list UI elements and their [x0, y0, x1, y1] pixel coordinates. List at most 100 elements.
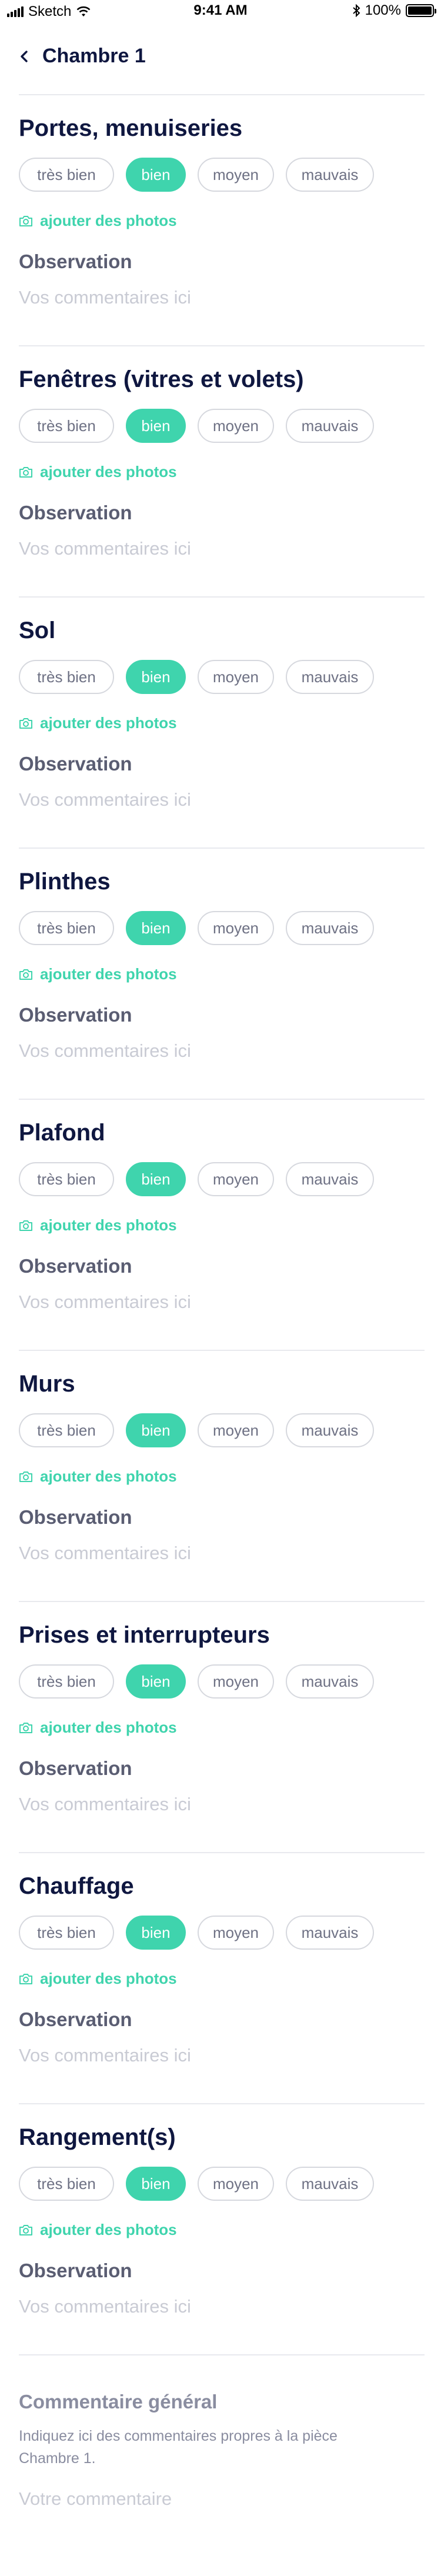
observation-input[interactable]	[19, 2294, 425, 2320]
section-plafond: Plafond très bien bien moyen mauvais ajoute…	[19, 1100, 425, 1350]
rating-chip-moyen[interactable]: moyen	[198, 409, 274, 443]
add-photos-label: ajouter des photos	[40, 463, 177, 481]
add-photos-button[interactable]: ajouter des photos	[19, 212, 177, 230]
general-comment-description: Indiquez ici des commentaires propres à …	[19, 2428, 338, 2467]
rating-chip-mauvais[interactable]: mauvais	[286, 1664, 374, 1699]
rating-chip-mauvais[interactable]: mauvais	[286, 409, 374, 443]
section-plinthes: Plinthes très bien bien moyen mauvais ajout…	[19, 849, 425, 1099]
observation-label: Observation	[19, 1757, 132, 1779]
rating-options: très bien bien moyen mauvais	[19, 1162, 374, 1196]
observation-input[interactable]	[19, 285, 425, 311]
section-title: Sol	[19, 618, 56, 643]
rating-options: très bien bien moyen mauvais	[19, 409, 374, 443]
observation-label: Observation	[19, 1506, 132, 1528]
rating-chip-moyen[interactable]: moyen	[198, 1916, 274, 1950]
camera-icon	[19, 1220, 32, 1231]
observation-input[interactable]	[19, 2043, 425, 2068]
rating-chip-tres-bien[interactable]: très bien	[19, 409, 114, 443]
rating-chip-tres-bien[interactable]: très bien	[19, 2167, 114, 2201]
rating-chip-tres-bien[interactable]: très bien	[19, 1664, 114, 1699]
add-photos-label: ajouter des photos	[40, 714, 177, 732]
add-photos-label: ajouter des photos	[40, 212, 177, 229]
rating-chip-bien[interactable]: bien	[126, 911, 186, 945]
add-photos-button[interactable]: ajouter des photos	[19, 714, 177, 732]
rating-options: très bien bien moyen mauvais	[19, 660, 374, 694]
observation-input[interactable]	[19, 536, 425, 562]
bluetooth-icon	[352, 4, 360, 17]
rating-chip-bien[interactable]: bien	[126, 660, 186, 694]
section-portes-menuiseries: Portes, menuiseries très bien bien moyen ma…	[19, 95, 425, 345]
section-chauffage: Chauffage très bien bien moyen mauvais ajou…	[19, 1853, 425, 2103]
add-photos-label: ajouter des photos	[40, 1216, 177, 1234]
section-rangement-s: Rangement(s) très bien bien moyen mauvais a…	[19, 2104, 425, 2354]
rating-chip-tres-bien[interactable]: très bien	[19, 1413, 114, 1447]
rating-chip-bien[interactable]: bien	[126, 1413, 186, 1447]
rating-chip-bien[interactable]: bien	[126, 409, 186, 443]
camera-icon	[19, 1471, 32, 1482]
battery-icon	[406, 4, 436, 17]
rating-options: très bien bien moyen mauvais	[19, 1413, 374, 1447]
observation-label: Observation	[19, 2260, 132, 2281]
rating-chip-mauvais[interactable]: mauvais	[286, 158, 374, 192]
rating-chip-mauvais[interactable]: mauvais	[286, 1916, 374, 1950]
rating-chip-bien[interactable]: bien	[126, 158, 186, 192]
rating-options: très bien bien moyen mauvais	[19, 1664, 374, 1699]
section-fenetres-vitres-et-volets: Fenêtres (vitres et volets) très bien bie…	[19, 346, 425, 596]
add-photos-label: ajouter des photos	[40, 1467, 177, 1485]
add-photos-label: ajouter des photos	[40, 965, 177, 983]
add-photos-button[interactable]: ajouter des photos	[19, 1216, 177, 1234]
chevron-left-icon[interactable]	[18, 49, 32, 64]
observation-input[interactable]	[19, 1289, 425, 1315]
rating-chip-mauvais[interactable]: mauvais	[286, 660, 374, 694]
rating-chip-moyen[interactable]: moyen	[198, 1413, 274, 1447]
rating-chip-tres-bien[interactable]: très bien	[19, 1916, 114, 1950]
section-title: Prises et interrupteurs	[19, 1622, 270, 1648]
rating-chip-moyen[interactable]: moyen	[198, 660, 274, 694]
status-bar: Sketch 9:41 AM 100%	[0, 0, 441, 24]
rating-chip-mauvais[interactable]: mauvais	[286, 2167, 374, 2201]
rating-chip-mauvais[interactable]: mauvais	[286, 1162, 374, 1196]
rating-chip-bien[interactable]: bien	[126, 1664, 186, 1699]
general-comment-input[interactable]	[19, 2486, 425, 2512]
add-photos-label: ajouter des photos	[40, 2221, 177, 2238]
rating-chip-mauvais[interactable]: mauvais	[286, 1413, 374, 1447]
rating-chip-bien[interactable]: bien	[126, 2167, 186, 2201]
add-photos-label: ajouter des photos	[40, 1970, 177, 1987]
add-photos-button[interactable]: ajouter des photos	[19, 1970, 177, 1988]
observation-input[interactable]	[19, 787, 425, 813]
add-photos-button[interactable]: ajouter des photos	[19, 1467, 177, 1486]
section-title: Fenêtres (vitres et volets)	[19, 366, 304, 392]
rating-chip-moyen[interactable]: moyen	[198, 2167, 274, 2201]
rating-chip-moyen[interactable]: moyen	[198, 911, 274, 945]
page-title: Chambre 1	[42, 45, 146, 67]
rating-chip-bien[interactable]: bien	[126, 1916, 186, 1950]
camera-icon	[19, 2224, 32, 2235]
rating-chip-tres-bien[interactable]: très bien	[19, 911, 114, 945]
add-photos-button[interactable]: ajouter des photos	[19, 2221, 177, 2239]
general-comment-title: Commentaire général	[19, 2391, 218, 2413]
camera-icon	[19, 1722, 32, 1733]
rating-chip-moyen[interactable]: moyen	[198, 158, 274, 192]
rating-options: très bien bien moyen mauvais	[19, 158, 374, 192]
rating-chip-moyen[interactable]: moyen	[198, 1162, 274, 1196]
camera-icon	[19, 969, 32, 980]
observation-label: Observation	[19, 251, 132, 272]
observation-input[interactable]	[19, 1540, 425, 1566]
rating-options: très bien bien moyen mauvais	[19, 2167, 374, 2201]
add-photos-button[interactable]: ajouter des photos	[19, 1719, 177, 1737]
rating-chip-tres-bien[interactable]: très bien	[19, 660, 114, 694]
rating-chip-mauvais[interactable]: mauvais	[286, 911, 374, 945]
observation-input[interactable]	[19, 1038, 425, 1064]
observation-input[interactable]	[19, 1791, 425, 1817]
add-photos-button[interactable]: ajouter des photos	[19, 463, 177, 481]
rating-chip-tres-bien[interactable]: très bien	[19, 1162, 114, 1196]
rating-chip-bien[interactable]: bien	[126, 1162, 186, 1196]
add-photos-button[interactable]: ajouter des photos	[19, 965, 177, 983]
rating-chip-tres-bien[interactable]: très bien	[19, 158, 114, 192]
observation-label: Observation	[19, 2008, 132, 2030]
section-murs: Murs très bien bien moyen mauvais ajouter d…	[19, 1351, 425, 1601]
section-sol: Sol très bien bien moyen mauvais ajouter de…	[19, 598, 425, 847]
rating-options: très bien bien moyen mauvais	[19, 911, 374, 945]
rating-options: très bien bien moyen mauvais	[19, 1916, 374, 1950]
rating-chip-moyen[interactable]: moyen	[198, 1664, 274, 1699]
